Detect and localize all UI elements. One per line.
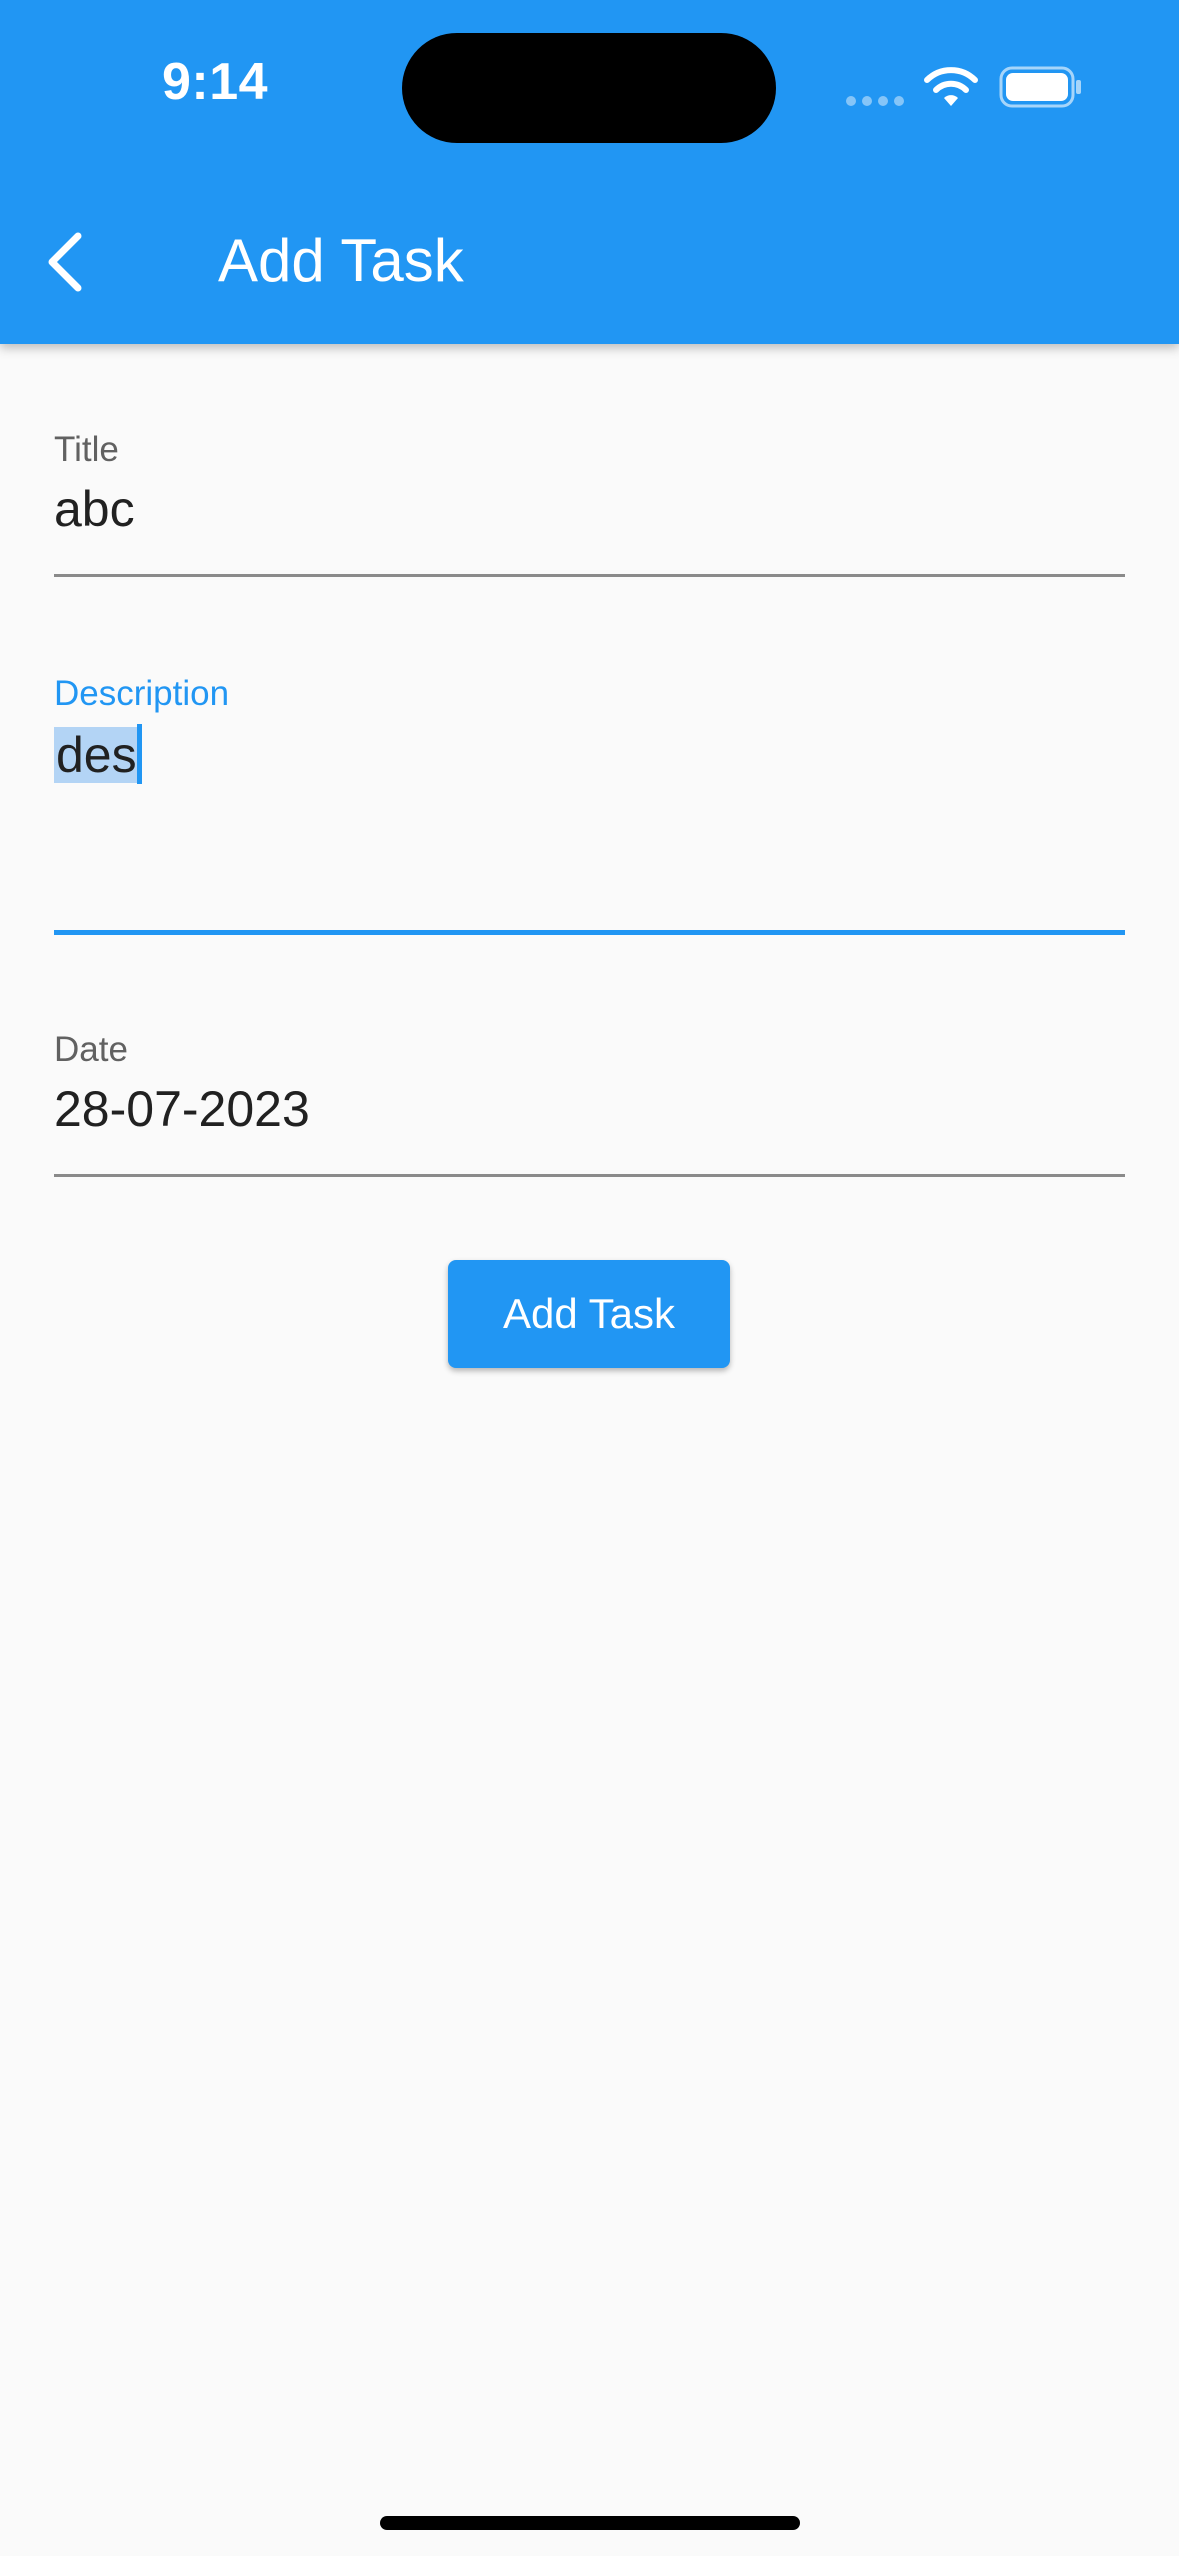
app-header: 9:14 Add Task [0,0,1179,344]
title-field-underline [54,574,1125,577]
signal-dots-icon [846,96,906,106]
title-field-value[interactable]: abc [54,480,135,538]
date-field-underline [54,1174,1125,1177]
add-task-screen: 9:14 Add Task Title abc Description des … [0,0,1179,2556]
add-task-button[interactable]: Add Task [448,1260,730,1368]
home-indicator [380,2516,800,2530]
title-field-label: Title [54,430,119,469]
text-caret [136,724,142,784]
description-field-value[interactable]: des [54,724,142,784]
description-field-underline [54,930,1125,935]
dynamic-island [402,33,776,143]
status-time: 9:14 [162,53,269,111]
battery-icon [999,66,1081,108]
wifi-icon [924,67,978,106]
selected-text: des [54,727,139,783]
title-field[interactable]: Title abc [54,430,1125,580]
page-title: Add Task [218,227,464,294]
date-field-value[interactable]: 28-07-2023 [54,1080,310,1138]
description-field[interactable]: Description des [54,674,1125,938]
chevron-left-icon[interactable] [34,222,98,302]
date-field[interactable]: Date 28-07-2023 [54,1030,1125,1180]
description-field-label: Description [54,674,230,713]
date-field-label: Date [54,1030,128,1069]
